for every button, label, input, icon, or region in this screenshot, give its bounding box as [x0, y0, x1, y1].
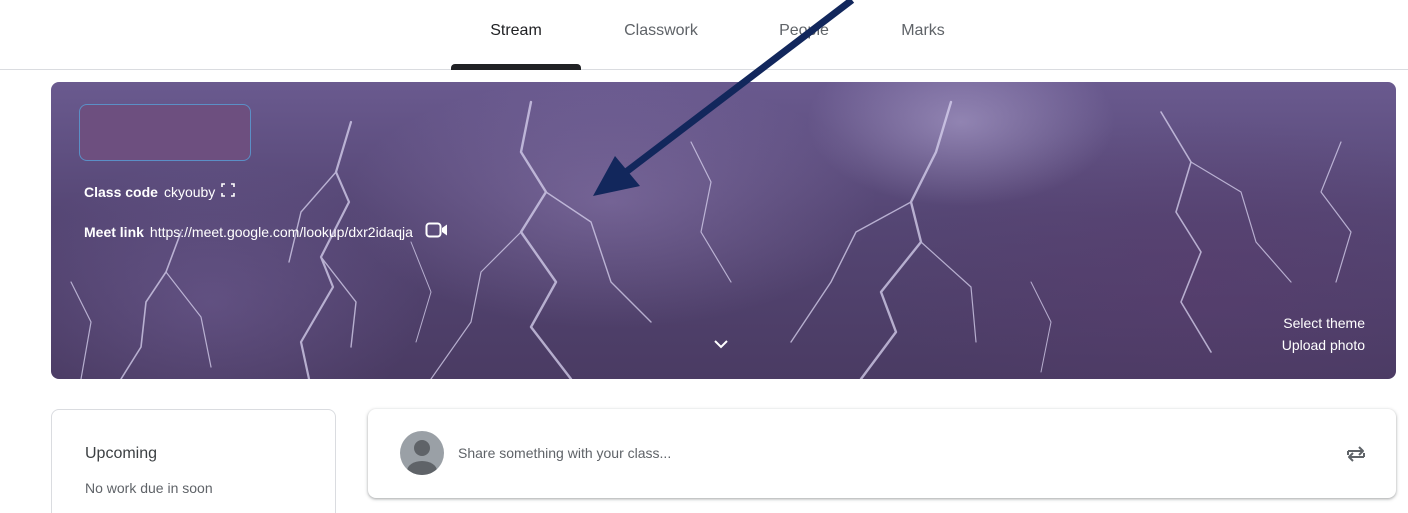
- fullscreen-corners-icon[interactable]: [221, 183, 236, 200]
- share-input-placeholder[interactable]: Share something with your class...: [458, 445, 671, 461]
- upcoming-title: Upcoming: [85, 445, 158, 462]
- upcoming-card: Upcoming No work due in soon: [51, 409, 336, 513]
- upcoming-empty-text: No work due in soon: [85, 480, 213, 496]
- class-banner: Class code ckyouby Meet link https://mee…: [51, 82, 1396, 379]
- tab-stream[interactable]: Stream: [451, 20, 581, 70]
- class-tab-bar: Stream Classwork People Marks: [0, 0, 1408, 70]
- select-theme-link[interactable]: Select theme: [1282, 312, 1365, 334]
- class-name-field[interactable]: [79, 104, 251, 161]
- repost-icon[interactable]: [1344, 442, 1368, 466]
- meet-link-label: Meet link: [84, 223, 144, 240]
- upload-photo-link[interactable]: Upload photo: [1282, 334, 1365, 356]
- chevron-down-icon[interactable]: [711, 336, 731, 352]
- meet-link-row: Meet link https://meet.google.com/lookup…: [84, 221, 449, 242]
- class-code-row: Class code ckyouby: [84, 183, 236, 200]
- share-announcement-card[interactable]: Share something with your class...: [368, 409, 1396, 498]
- avatar: [400, 431, 444, 475]
- class-code-label: Class code: [84, 183, 158, 200]
- theme-links: Select theme Upload photo: [1282, 312, 1365, 356]
- video-camera-icon[interactable]: [425, 221, 449, 242]
- tab-people[interactable]: People: [739, 20, 869, 70]
- tab-classwork[interactable]: Classwork: [596, 20, 726, 70]
- tab-marks[interactable]: Marks: [858, 20, 988, 70]
- meet-link-value[interactable]: https://meet.google.com/lookup/dxr2idaqj…: [150, 224, 413, 240]
- active-tab-indicator: [451, 64, 581, 70]
- class-code-value: ckyouby: [163, 183, 216, 200]
